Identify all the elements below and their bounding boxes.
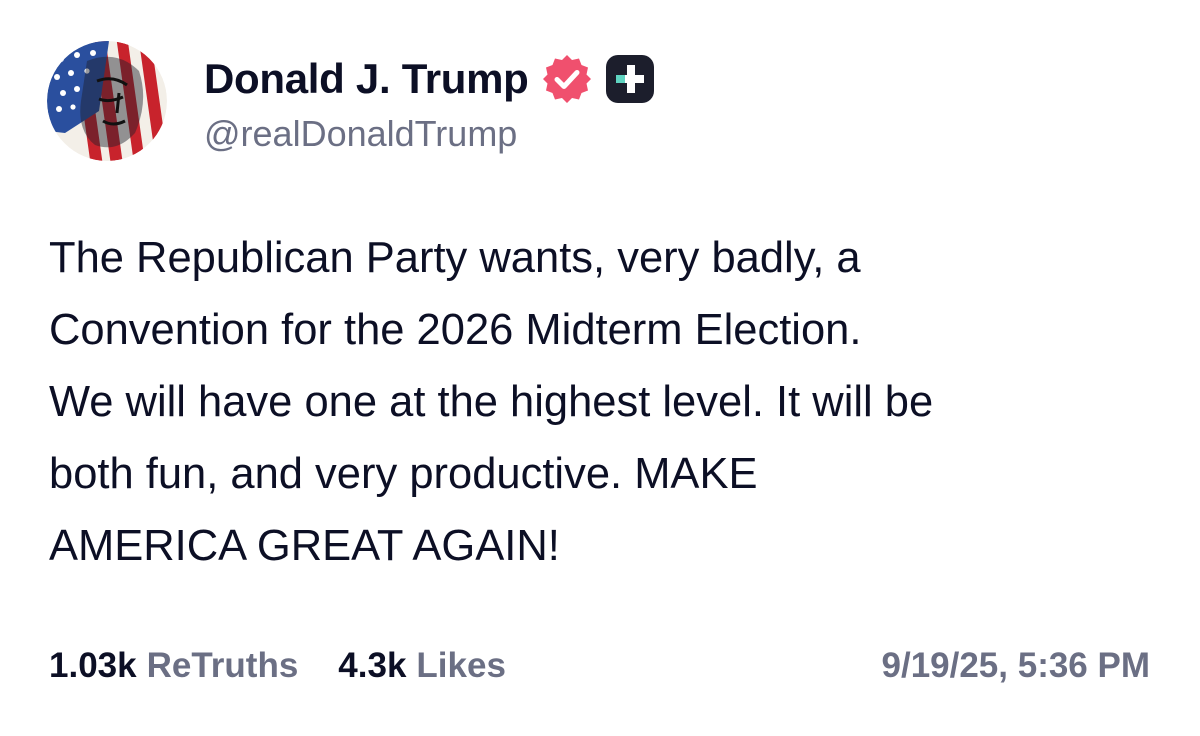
likes-label: Likes <box>416 646 506 685</box>
retruths-label: ReTruths <box>146 646 299 685</box>
post-body-text: The Republican Party wants, very badly, … <box>49 234 934 570</box>
author-name-row: Donald J. Trump <box>204 50 655 108</box>
avatar[interactable] <box>47 41 167 161</box>
retruths-stat[interactable]: 1.03k ReTruths <box>49 646 298 686</box>
likes-count: 4.3k <box>338 646 407 685</box>
likes-stat[interactable]: 4.3k Likes <box>338 646 506 686</box>
verified-badge-icon <box>541 53 593 105</box>
retruths-count: 1.03k <box>49 646 137 685</box>
flag-portrait-avatar-icon <box>47 41 167 161</box>
post-timestamp[interactable]: 9/19/25, 5:36 PM <box>882 646 1151 686</box>
author-display-name[interactable]: Donald J. Trump <box>204 55 529 103</box>
post-footer: 1.03k ReTruths 4.3k Likes 9/19/25, 5:36 … <box>49 640 1150 692</box>
truth-post: Donald J. Trump @realDonaldTrump The Rep… <box>0 0 1200 736</box>
plus-badge-icon <box>605 54 655 104</box>
author-handle[interactable]: @realDonaldTrump <box>204 113 517 155</box>
